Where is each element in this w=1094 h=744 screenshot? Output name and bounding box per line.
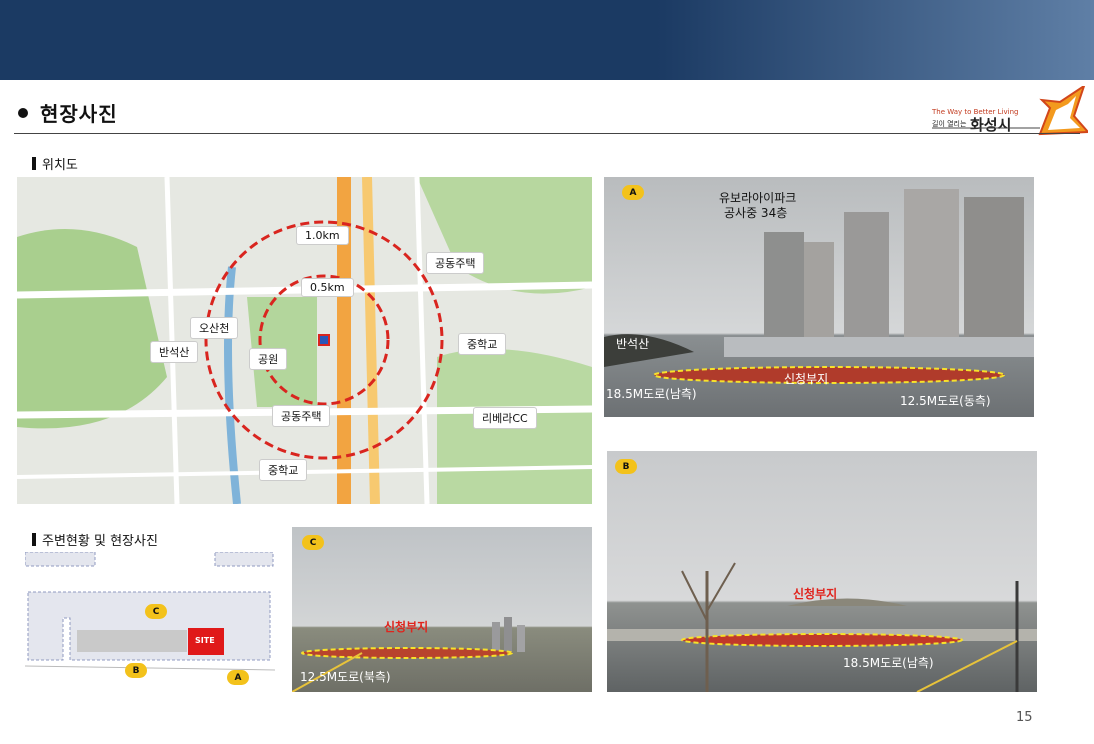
photo-a-mountain: 반석산 <box>616 337 650 351</box>
photo-b-scene <box>607 562 1037 692</box>
photo-a-site: 신청부지 <box>784 372 829 386</box>
photo-a: A 유보라아이파크 공사중 34층 반석산 신청부지 18.5M도로(남측) 1… <box>604 177 1034 417</box>
section-marker <box>32 157 36 170</box>
section-location-label: 위치도 <box>42 158 78 173</box>
photo-c-badge: C <box>302 535 324 550</box>
site-plan: SITE C B A <box>25 552 275 692</box>
section-location: 위치도 <box>32 154 78 173</box>
map-label-05km: 0.5km <box>302 279 353 296</box>
photo-c-site: 신청부지 <box>384 620 429 634</box>
photo-b-site: 신청부지 <box>793 587 838 601</box>
location-map: 1.0km 0.5km 공동주택 오산천 반석산 공원 중학교 공동주택 리베라… <box>17 177 592 504</box>
photo-a-badge: A <box>622 185 644 200</box>
page-title: 현장사진 <box>40 102 118 126</box>
logo-star-icon <box>932 86 1088 136</box>
city-logo: The Way to Better Living 길이 열리는 화성시 <box>928 86 1088 138</box>
photo-b-road: 18.5M도로(남측) <box>843 656 934 670</box>
map-label-middle-school-right: 중학교 <box>459 334 506 354</box>
map-label-osancheon: 오산천 <box>191 318 238 338</box>
photo-c-road: 12.5M도로(북측) <box>300 670 391 684</box>
map-label-housing-top: 공동주택 <box>427 253 484 273</box>
section-surroundings: 주변현황 및 현장사진 <box>32 530 158 549</box>
section-surroundings-label: 주변현황 및 현장사진 <box>42 534 158 549</box>
bullet-icon <box>18 107 28 118</box>
map-label-middle-school-bottom: 중학교 <box>260 460 307 480</box>
site-plan-site-label: SITE <box>195 636 215 645</box>
map-label-banseoksan: 반석산 <box>151 342 198 362</box>
map-label-riviera: 리베라CC <box>474 408 536 428</box>
photo-c: C 신청부지 12.5M도로(북측) <box>292 527 592 692</box>
map-label-park: 공원 <box>250 349 287 369</box>
site-plan-badge-b: B <box>125 663 147 678</box>
map-label-1km: 1.0km <box>297 227 348 244</box>
page-title-row: 현장사진 <box>18 98 118 127</box>
title-divider <box>14 133 1080 134</box>
header-bar <box>0 0 1094 80</box>
photo-a-road-right: 12.5M도로(동측) <box>900 394 991 408</box>
page-number: 15 <box>1016 710 1033 725</box>
photo-b-badge: B <box>615 459 637 474</box>
site-plan-badge-c: C <box>145 604 167 619</box>
map-label-housing-bottom: 공동주택 <box>273 406 330 426</box>
section-marker <box>32 533 36 546</box>
photo-a-road-left: 18.5M도로(남측) <box>606 387 697 401</box>
photo-b: B 신청부지 18.5M도로(남측) <box>607 451 1037 692</box>
photo-a-caption-2: 공사중 34층 <box>724 206 788 220</box>
site-plan-badge-a: A <box>227 670 249 685</box>
